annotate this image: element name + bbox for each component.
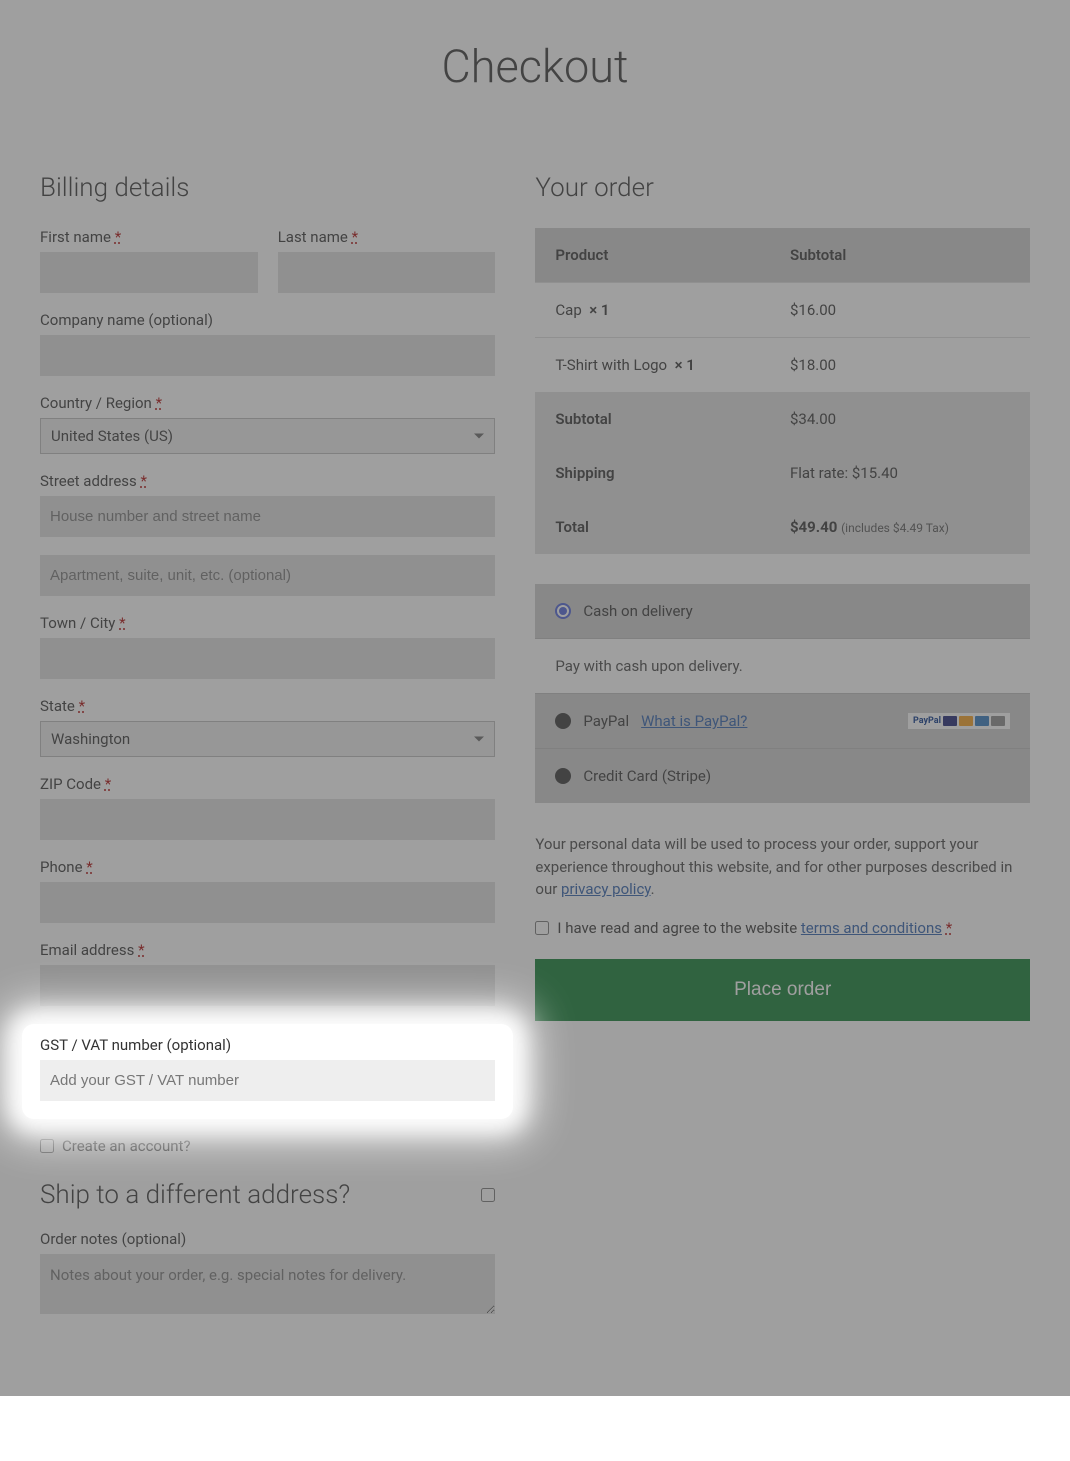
what-is-paypal-link[interactable]: What is PayPal? xyxy=(641,712,747,730)
notes-label: Order notes (optional) xyxy=(40,1230,495,1248)
company-label: Company name (optional) xyxy=(40,311,495,329)
shipping-label: Shipping xyxy=(535,446,770,500)
table-row: T-Shirt with Logo × 1 $18.00 xyxy=(535,338,1030,393)
state-select[interactable]: Washington xyxy=(40,721,495,757)
last-name-input[interactable] xyxy=(278,252,496,293)
payment-stripe[interactable]: Credit Card (Stripe) xyxy=(535,748,1030,803)
billing-heading: Billing details xyxy=(40,173,495,203)
email-input[interactable] xyxy=(40,965,495,1006)
city-label: Town / City * xyxy=(40,614,495,632)
zip-input[interactable] xyxy=(40,799,495,840)
phone-input[interactable] xyxy=(40,882,495,923)
radio-icon xyxy=(555,768,571,784)
city-input[interactable] xyxy=(40,638,495,679)
email-label: Email address * xyxy=(40,941,495,959)
privacy-text: Your personal data will be used to proce… xyxy=(535,833,1030,901)
place-order-button[interactable]: Place order xyxy=(535,959,1030,1021)
last-name-label: Last name * xyxy=(278,228,496,246)
create-account-label[interactable]: Create an account? xyxy=(62,1137,191,1155)
page-title: Checkout xyxy=(40,40,1030,93)
ship-different-heading: Ship to a different address? xyxy=(40,1180,350,1210)
order-heading: Your order xyxy=(535,173,1030,203)
payment-methods: Cash on delivery Pay with cash upon deli… xyxy=(535,584,1030,803)
privacy-policy-link[interactable]: privacy policy xyxy=(561,880,651,898)
terms-checkbox[interactable] xyxy=(535,921,549,935)
street-label: Street address * xyxy=(40,472,495,490)
th-product: Product xyxy=(535,228,770,283)
street-input[interactable] xyxy=(40,496,495,537)
notes-textarea[interactable] xyxy=(40,1254,495,1314)
payment-cod[interactable]: Cash on delivery xyxy=(535,584,1030,638)
country-label: Country / Region * xyxy=(40,394,495,412)
company-input[interactable] xyxy=(40,335,495,376)
state-label: State * xyxy=(40,697,495,715)
subtotal-label: Subtotal xyxy=(535,392,770,446)
order-table: Product Subtotal Cap × 1 $16.00 T-Shirt … xyxy=(535,228,1030,554)
payment-paypal[interactable]: PayPal What is PayPal? PayPal xyxy=(535,693,1030,748)
ship-different-checkbox[interactable] xyxy=(481,1188,495,1202)
phone-label: Phone * xyxy=(40,858,495,876)
street2-input[interactable] xyxy=(40,555,495,596)
table-row: Cap × 1 $16.00 xyxy=(535,283,1030,338)
cod-description: Pay with cash upon delivery. xyxy=(535,638,1030,693)
radio-icon xyxy=(555,713,571,729)
create-account-checkbox[interactable] xyxy=(40,1139,54,1153)
terms-label[interactable]: I have read and agree to the website ter… xyxy=(557,919,952,937)
terms-conditions-link[interactable]: terms and conditions xyxy=(801,919,942,937)
shipping-value: Flat rate: $15.40 xyxy=(770,446,1030,500)
country-select[interactable]: United States (US) xyxy=(40,418,495,454)
gst-label: GST / VAT number (optional) xyxy=(40,1036,495,1054)
first-name-label: First name * xyxy=(40,228,258,246)
total-label: Total xyxy=(535,500,770,554)
paypal-cards-icon: PayPal xyxy=(908,713,1010,729)
zip-label: ZIP Code * xyxy=(40,775,495,793)
radio-icon xyxy=(555,603,571,619)
subtotal-value: $34.00 xyxy=(770,392,1030,446)
gst-input[interactable] xyxy=(40,1060,495,1101)
first-name-input[interactable] xyxy=(40,252,258,293)
tax-note: (includes $4.49 Tax) xyxy=(841,521,949,535)
total-value: $49.40 xyxy=(790,518,837,536)
th-subtotal: Subtotal xyxy=(770,228,1030,283)
